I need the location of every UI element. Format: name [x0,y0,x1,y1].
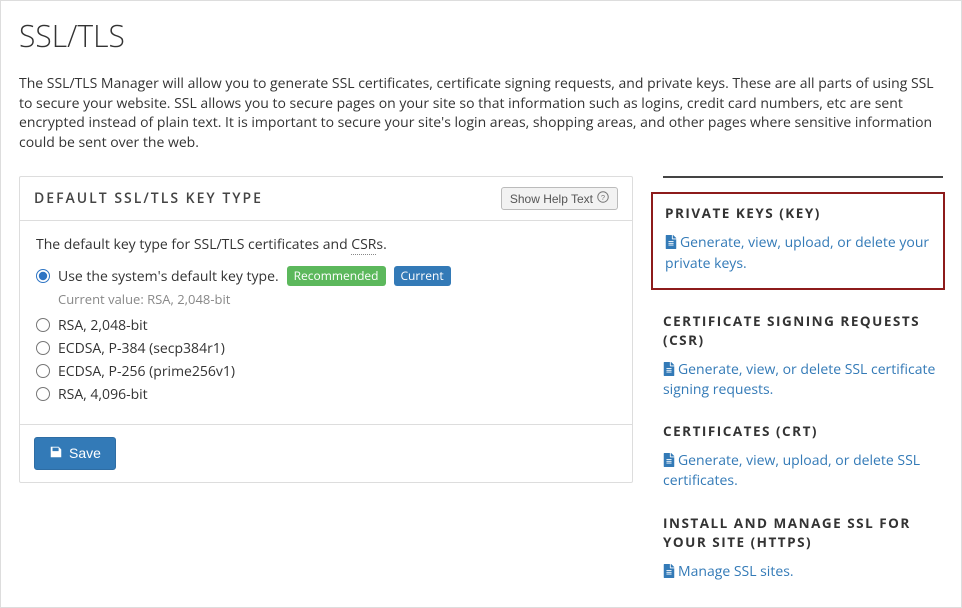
question-circle-icon: ? [597,191,609,206]
sidebar-section-link[interactable]: Manage SSL sites. [663,562,794,581]
panel-title: DEFAULT SSL/TLS KEY TYPE [34,189,263,208]
key-type-description: The default key type for SSL/TLS certifi… [36,235,616,254]
sidebar-section-link-text: Manage SSL sites. [678,562,794,581]
sidebar-section-link[interactable]: Generate, view, or delete SSL certificat… [663,360,935,399]
sidebar-section-heading: PRIVATE KEYS (KEY) [665,204,931,223]
save-button[interactable]: Save [34,437,116,470]
current-value-label: Current value: RSA, 2,048-bit [58,290,616,308]
sidebar-section-link-text: Generate, view, upload, or delete SSL ce… [663,451,920,490]
file-icon [663,451,678,470]
svg-text:?: ? [601,193,605,202]
page-title: SSL/TLS [19,15,943,56]
save-button-label: Save [69,445,101,461]
file-icon [665,233,680,252]
recommended-badge: Recommended [287,266,386,286]
sidebar-section: CERTIFICATE SIGNING REQUESTS (CSR) Genera… [663,312,943,400]
current-badge: Current [394,266,451,286]
sidebar-section: INSTALL AND MANAGE SSL FOR YOUR SITE (HT… [663,514,943,582]
sidebar-section-heading: INSTALL AND MANAGE SSL FOR YOUR SITE (HT… [663,514,943,552]
sidebar-section: CERTIFICATES (CRT) Generate, view, upload… [663,422,943,491]
desc-abbr: CSR [351,235,376,255]
sidebar-divider [663,176,943,178]
page-intro: The SSL/TLS Manager will allow you to ge… [19,74,943,152]
key-type-option[interactable]: RSA, 2,048-bit [36,314,616,337]
key-type-radio[interactable] [36,318,50,332]
key-type-radio[interactable] [36,387,50,401]
sidebar-section-link[interactable]: Generate, view, upload, or delete your p… [665,233,929,272]
key-type-panel: DEFAULT SSL/TLS KEY TYPE Show Help Text … [19,176,633,483]
key-type-option[interactable]: RSA, 4,096-bit [36,383,616,406]
key-type-option-label: RSA, 2,048-bit [58,316,148,335]
show-help-button[interactable]: Show Help Text ? [501,187,618,210]
save-icon [49,445,63,462]
key-type-radio[interactable] [36,364,50,378]
sidebar-section-link-text: Generate, view, upload, or delete your p… [665,233,929,272]
sidebar-section-heading: CERTIFICATES (CRT) [663,422,943,441]
key-type-option-label: ECDSA, P-384 (secp384r1) [58,339,225,358]
key-type-option[interactable]: Use the system's default key type. Recomm… [36,264,616,288]
file-icon [663,360,678,379]
sidebar-section-heading: CERTIFICATE SIGNING REQUESTS (CSR) [663,312,943,350]
key-type-option-label: Use the system's default key type. [58,267,279,286]
key-type-option-label: RSA, 4,096-bit [58,385,148,404]
key-type-option[interactable]: ECDSA, P-384 (secp384r1) [36,337,616,360]
key-type-option[interactable]: ECDSA, P-256 (prime256v1) [36,360,616,383]
sidebar-section-link-text: Generate, view, or delete SSL certificat… [663,360,935,399]
desc-prefix: The default key type for SSL/TLS certifi… [36,235,351,254]
sidebar-section-link[interactable]: Generate, view, upload, or delete SSL ce… [663,451,920,490]
file-icon [663,562,678,581]
key-type-option-label: ECDSA, P-256 (prime256v1) [58,362,235,381]
key-type-radio[interactable] [36,341,50,355]
key-type-radio[interactable] [36,269,50,283]
sidebar-section: PRIVATE KEYS (KEY) Generate, view, upload… [651,192,945,289]
desc-suffix: s. [376,235,386,254]
show-help-label: Show Help Text [510,192,593,206]
